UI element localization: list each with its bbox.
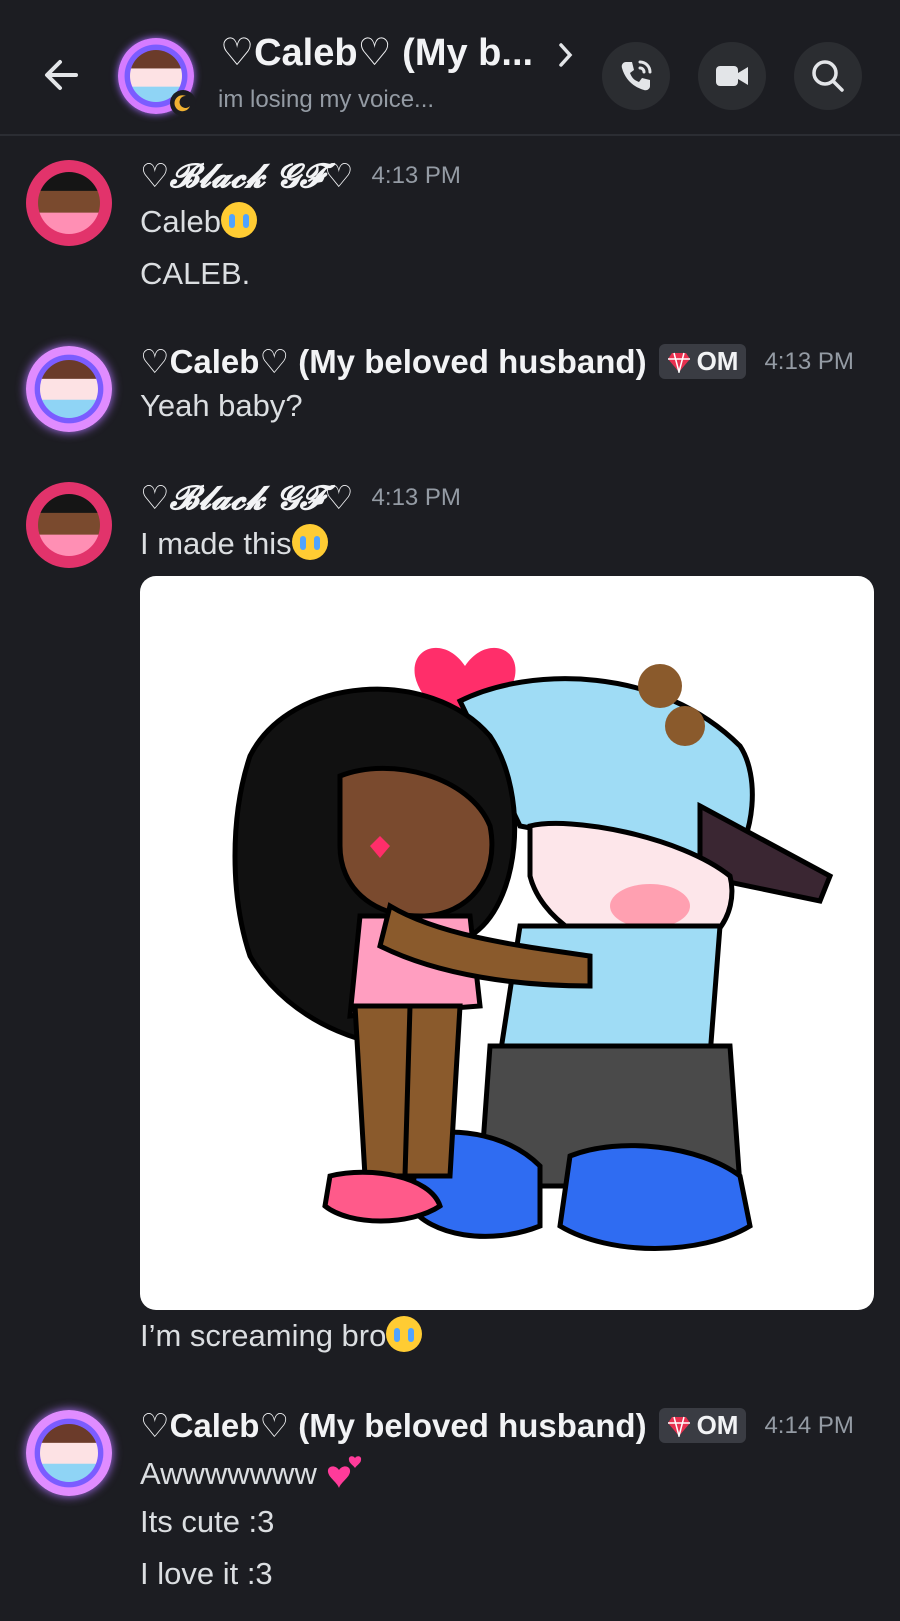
timestamp: 4:13 PM [371, 484, 461, 511]
author-name[interactable]: ♡𝓑𝓵𝓪𝓬𝓴 𝓖𝓕♡ [140, 478, 354, 518]
crying-emoji [386, 1316, 423, 1352]
message-text: I love it :3 [140, 1556, 273, 1591]
message-text: I’m screaming bro [140, 1316, 423, 1354]
video-camera-icon [716, 66, 748, 86]
image-attachment[interactable] [140, 576, 874, 1310]
message-text: Yeah baby? [140, 388, 303, 423]
server-tag-badge[interactable]: OM [658, 1408, 747, 1443]
message-text: Awwwwwww [140, 1452, 365, 1492]
avatar[interactable] [26, 346, 112, 432]
server-tag-badge[interactable]: OM [658, 344, 747, 379]
custom-status: im losing my voice... [218, 86, 435, 113]
phone-call-icon [621, 60, 652, 91]
author-name[interactable]: ♡𝓑𝓵𝓪𝓬𝓴 𝓖𝓕♡ [140, 156, 354, 196]
voice-call-button[interactable] [602, 42, 670, 110]
arrow-left-icon [45, 60, 78, 90]
search-icon [812, 60, 844, 92]
message-text: Caleb [140, 202, 257, 240]
author-name[interactable]: ♡Caleb♡ (My beloved husband) [140, 1406, 647, 1445]
author-name[interactable]: ♡Caleb♡ (My beloved husband) [140, 342, 647, 381]
timestamp: 4:13 PM [371, 162, 461, 189]
message-text: Its cute :3 [140, 1504, 275, 1539]
avatar[interactable] [26, 482, 112, 568]
back-button[interactable] [36, 50, 86, 100]
avatar[interactable] [26, 1410, 112, 1496]
avatar[interactable] [26, 160, 112, 246]
timestamp: 4:14 PM [764, 1411, 854, 1439]
search-button[interactable] [794, 42, 862, 110]
header-avatar[interactable] [118, 38, 196, 116]
two-hearts-emoji [328, 1456, 362, 1488]
gem-icon [667, 352, 690, 373]
message-text: CALEB. [140, 256, 251, 291]
message-text: I made this [140, 524, 328, 562]
idle-status-icon [170, 90, 196, 116]
video-call-button[interactable] [698, 42, 766, 110]
chat-header: ♡Caleb♡ (My b... im losing my voice... [0, 0, 900, 136]
chat-title[interactable]: ♡Caleb♡ (My b... [220, 30, 533, 75]
chevron-right-icon[interactable] [556, 40, 576, 75]
crying-emoji [221, 202, 257, 238]
timestamp: 4:13 PM [764, 347, 854, 375]
couple-illustration [232, 647, 834, 1251]
gem-icon [667, 1416, 690, 1437]
crying-emoji [291, 524, 328, 560]
